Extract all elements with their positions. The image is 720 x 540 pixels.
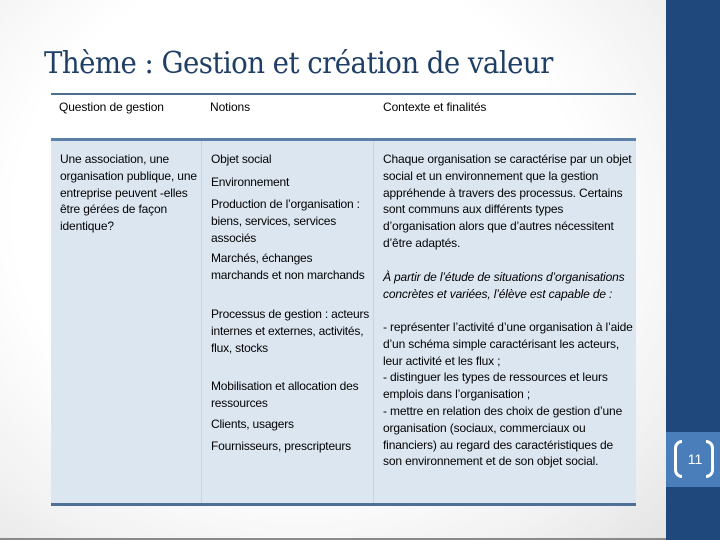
header-context: Contexte et finalités: [383, 100, 487, 114]
context-intro: Chaque organisation se caractérise par u…: [383, 152, 632, 250]
question-text: Une association, une organisation publiq…: [60, 152, 197, 234]
context-bullet: - distinguer les types de ressources et …: [383, 370, 608, 401]
table-header-row: Question de gestion Notions Contexte et …: [51, 93, 636, 141]
header-question: Question de gestion: [59, 100, 164, 114]
context-cell: Chaque organisation se caractérise par u…: [373, 141, 636, 503]
notion-item: Mobilisation et allocation des ressource…: [211, 379, 359, 410]
notion-item: Marchés, échanges marchands et non march…: [211, 251, 365, 282]
context-bullet: - représenter l’activité d’une organisat…: [383, 320, 633, 368]
notion-item: Clients, usagers: [211, 417, 294, 431]
curriculum-table: Question de gestion Notions Contexte et …: [51, 93, 636, 506]
slide-title: Thème : Gestion et création de valeur: [44, 46, 553, 81]
notion-item: Objet social: [211, 152, 272, 166]
question-cell: Une association, une organisation publiq…: [51, 141, 201, 503]
context-italic-lead: À partir de l’étude de situations d’orga…: [383, 270, 625, 301]
notion-item: Production de l’organisation : biens, se…: [211, 197, 360, 245]
notion-item: Environnement: [211, 175, 290, 189]
notions-cell: Objet social Environnement Production de…: [201, 141, 374, 503]
slide-number: 11: [687, 451, 703, 467]
header-notions: Notions: [210, 100, 250, 114]
notion-item: Fournisseurs, prescripteurs: [211, 439, 351, 453]
table-row: Une association, une organisation publiq…: [51, 141, 636, 506]
notion-item: Processus de gestion : acteurs internes …: [211, 307, 370, 355]
context-bullet: - mettre en relation des choix de gestio…: [383, 404, 623, 469]
